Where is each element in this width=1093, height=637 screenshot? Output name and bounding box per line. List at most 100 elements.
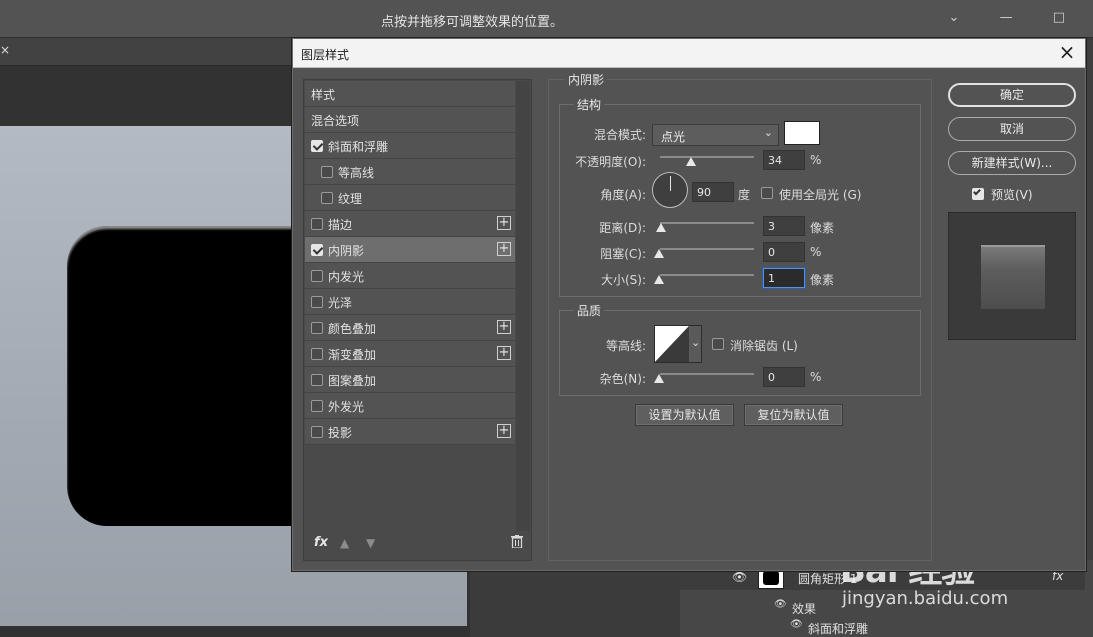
style-checkbox[interactable] [311,296,323,308]
style-item-label: 描边 [328,218,353,232]
preview-checkbox[interactable] [972,187,984,200]
eye-icon[interactable]: 👁 [790,619,803,630]
style-checkbox[interactable] [311,400,323,412]
style-item[interactable]: 混合选项 [305,107,515,133]
global-light-checkbox[interactable] [761,187,773,199]
style-item[interactable]: 样式 [305,81,515,107]
global-light-label: 使用全局光 (G) [779,188,862,202]
style-checkbox[interactable] [321,192,333,204]
set-default-button[interactable]: 设置为默认值 [635,404,734,426]
inner-shadow-settings: 内阴影 结构 混合模式: 点光 ⌄ 不透明度(O): 34 % 角度(A): 9… [548,71,932,561]
style-list-scrollbar[interactable] [516,81,530,531]
style-items: 样式混合选项斜面和浮雕 等高线 纹理描边 + 内阴影 + 内发光光泽 颜色叠加 + 渐变叠加 + 图案… [305,81,515,445]
preview-label: 预览(V) [991,188,1033,202]
opacity-unit: % [810,153,822,167]
angle-field[interactable]: 90 [692,182,734,202]
add-icon[interactable]: + [497,242,511,256]
window-controls[interactable]: ⌄ — □ [949,10,1083,25]
preview-thumbnail [948,212,1076,340]
style-checkbox[interactable] [311,348,323,360]
close-icon[interactable]: × [1055,41,1079,65]
style-list: 样式混合选项斜面和浮雕 等高线 纹理描边 + 内阴影 + 内发光光泽 颜色叠加 + 渐变叠加 + 图案… [303,79,532,561]
choke-field[interactable]: 0 [763,242,805,262]
choke-slider[interactable] [660,248,754,250]
distance-slider[interactable] [660,222,754,224]
style-item[interactable]: 纹理 [305,185,515,211]
add-icon[interactable]: + [497,346,511,360]
style-item[interactable]: 外发光 [305,393,515,419]
noise-slider[interactable] [660,373,754,375]
add-icon[interactable]: + [497,320,511,334]
add-icon[interactable]: + [497,424,511,438]
size-label: 大小(S): [600,273,646,287]
ok-button[interactable]: 确定 [948,83,1076,107]
distance-slider-thumb[interactable] [656,223,666,233]
chevron-down-icon: ⌄ [763,126,773,139]
contour-picker[interactable]: ⌄ [654,325,702,363]
move-up-icon[interactable]: ▲ [340,536,349,550]
cancel-button[interactable]: 取消 [948,117,1076,141]
style-item[interactable]: 描边 + [305,211,515,237]
size-slider[interactable] [660,274,754,276]
move-down-icon[interactable]: ▼ [366,536,375,550]
opacity-field[interactable]: 34 [763,150,805,170]
style-checkbox[interactable] [311,218,323,230]
contour-label: 等高线: [605,339,646,353]
choke-slider-thumb[interactable] [654,249,664,259]
angle-dial[interactable] [652,172,688,208]
style-item[interactable]: 内阴影 + [305,237,515,263]
style-item[interactable]: 内发光 [305,263,515,289]
size-slider-thumb[interactable] [654,275,664,285]
style-item-label: 投影 [328,426,353,440]
layer-style-dialog: 图层样式 × 样式混合选项斜面和浮雕 等高线 纹理描边 + 内阴影 + 内发光光泽 颜色叠加 +… [292,38,1086,571]
contour-linear-icon [655,326,689,362]
style-item[interactable]: 光泽 [305,289,515,315]
blend-mode-select[interactable]: 点光 ⌄ [652,124,779,146]
style-item-label: 图案叠加 [328,374,377,388]
quality-group: 品质 等高线: ⌄ 消除锯齿 (L) 杂色(N): 0 % [559,302,921,396]
anti-alias-checkbox[interactable] [712,338,724,350]
distance-field[interactable]: 3 [763,216,805,236]
style-item-label: 内阴影 [328,244,365,258]
style-checkbox[interactable] [311,244,323,256]
style-item-label: 混合选项 [311,114,360,128]
structure-group: 结构 混合模式: 点光 ⌄ 不透明度(O): 34 % 角度(A): 90 度 … [559,96,921,297]
choke-label: 阻塞(C): [600,247,646,261]
style-checkbox[interactable] [311,426,323,438]
style-item[interactable]: 图案叠加 [305,367,515,393]
style-item[interactable]: 渐变叠加 + [305,341,515,367]
dialog-title: 图层样式 [301,48,350,62]
opacity-slider-thumb[interactable] [686,157,696,167]
noise-slider-thumb[interactable] [654,374,664,384]
choke-unit: % [810,245,822,259]
size-field[interactable]: 1 [763,268,805,288]
trash-icon[interactable] [511,535,523,552]
style-item[interactable]: 颜色叠加 + [305,315,515,341]
style-checkbox[interactable] [321,166,333,178]
eye-icon[interactable]: 👁 [774,599,787,610]
add-icon[interactable]: + [497,216,511,230]
style-checkbox[interactable] [311,270,323,282]
style-checkbox[interactable] [311,140,323,152]
style-item-label: 样式 [311,88,336,102]
style-checkbox[interactable] [311,322,323,334]
fx-icon[interactable]: fx [314,535,328,550]
noise-field[interactable]: 0 [763,367,805,387]
style-checkbox[interactable] [311,374,323,386]
style-item-label: 内发光 [328,270,365,284]
opacity-slider[interactable] [660,156,754,158]
style-item[interactable]: 等高线 [305,159,515,185]
eye-icon[interactable]: 👁 [732,570,747,584]
style-item[interactable]: 投影 + [305,419,515,445]
blend-color-swatch[interactable] [784,121,820,145]
chevron-down-icon: ⌄ [691,336,701,349]
style-item[interactable]: 斜面和浮雕 [305,133,515,159]
close-icon[interactable]: × [0,43,12,61]
new-style-button[interactable]: 新建样式(W)... [948,151,1076,175]
reset-default-button[interactable]: 复位为默认值 [744,404,843,426]
layer-effect-item[interactable]: 👁 斜面和浮雕 [680,617,1085,637]
effects-label: 效果 [792,602,817,616]
size-unit: 像素 [810,273,835,287]
dialog-titlebar[interactable]: 图层样式 × [293,39,1085,68]
noise-label: 杂色(N): [599,372,646,386]
